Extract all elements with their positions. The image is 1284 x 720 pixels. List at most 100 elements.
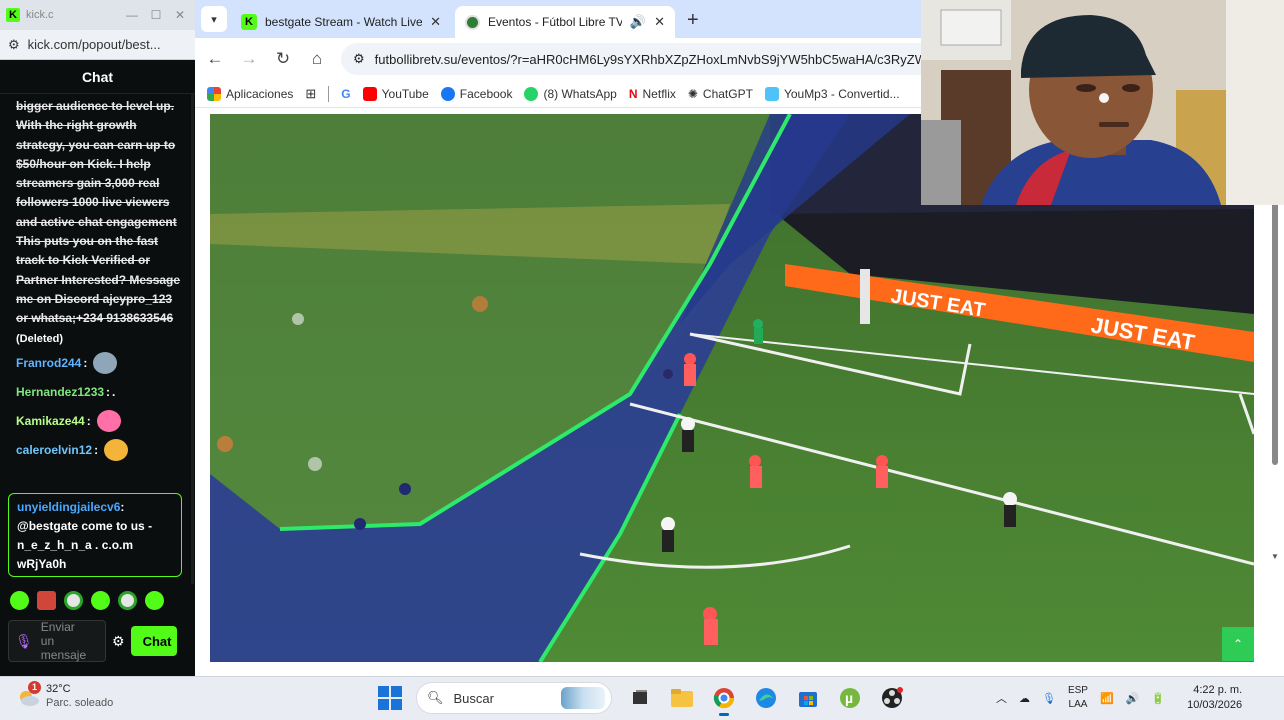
speaker-icon[interactable]: 🔊: [630, 14, 646, 30]
wifi-icon[interactable]: 📶: [1100, 692, 1114, 705]
chat-input-row: 🎙 Enviar un mensaje ⚙ Chat: [8, 620, 195, 662]
emote-icon[interactable]: [64, 591, 83, 610]
back-to-top-button[interactable]: ⌃: [1222, 627, 1254, 661]
emote-icon[interactable]: [37, 591, 56, 610]
deleted-message-text: bigger audience to level up. With the ri…: [16, 99, 181, 326]
home-icon[interactable]: ⌂: [307, 49, 327, 69]
close-tab-icon[interactable]: ✕: [430, 14, 441, 30]
forward-arrow-icon[interactable]: →: [239, 49, 259, 69]
search-highlight-image: [561, 687, 605, 709]
close-icon[interactable]: ✕: [171, 8, 189, 22]
chat-message-text: @bestgate come to us - n_e_z_h_n_a . c.o…: [17, 519, 153, 571]
kick-url: kick.com/popout/best...: [27, 37, 161, 52]
chatgpt-icon: ✺: [687, 86, 698, 101]
kick-address-bar[interactable]: ⚙ kick.com/popout/best...: [0, 30, 195, 60]
svg-text:µ: µ: [845, 690, 853, 706]
chat-scrollbar[interactable]: [191, 94, 194, 584]
bookmark-youtube[interactable]: YouTube: [362, 86, 429, 101]
new-tab-icon[interactable]: +: [687, 9, 699, 32]
cat-emote-icon: [104, 439, 129, 462]
weather-widget[interactable]: 1 32°C Parc. soleado: [16, 681, 114, 710]
bookmark-label: (8) WhatsApp: [543, 86, 617, 101]
close-tab-icon[interactable]: ✕: [654, 14, 665, 30]
chat-input[interactable]: 🎙 Enviar un mensaje: [8, 620, 106, 662]
highlighted-message: unyieldingjailecv6: @bestgate come to us…: [8, 493, 182, 577]
task-view-icon[interactable]: [626, 684, 654, 712]
yoump3-icon: [764, 86, 779, 101]
bookmark-label: YouMp3 - Convertid...: [783, 86, 900, 101]
kick-favicon-icon: K: [241, 14, 257, 30]
deleted-message: bigger audience to level up. With the ri…: [16, 97, 182, 349]
youtube-icon: [362, 86, 377, 101]
chat-input-placeholder: Enviar un mensaje: [40, 620, 87, 662]
desktop-screen: K kick.c — ☐ ✕ ⚙ kick.com/popout/best...…: [0, 0, 1284, 720]
pigeon-emote-icon: [93, 352, 118, 375]
bookmark-facebook[interactable]: Facebook: [440, 86, 512, 101]
emote-icon[interactable]: [118, 591, 137, 610]
language-indicator[interactable]: ESP LAA: [1068, 684, 1088, 712]
battery-icon[interactable]: 🔋: [1151, 692, 1165, 705]
chat-message-text: .: [112, 384, 116, 399]
utorrent-icon[interactable]: µ: [836, 684, 864, 712]
deleted-tag: (Deleted): [16, 332, 64, 345]
microphone-icon[interactable]: 🎙: [1042, 692, 1056, 705]
system-tray: ︿ ☁ 🎙 ESP LAA 📶 🔊 🔋 4:22 p. m. 10/03/202…: [996, 683, 1242, 713]
emote-icon[interactable]: [10, 591, 29, 610]
file-explorer-icon[interactable]: [668, 684, 696, 712]
chat-header: Chat: [0, 60, 195, 94]
chrome-icon[interactable]: [710, 684, 738, 716]
gear-icon[interactable]: ⚙: [112, 633, 125, 650]
chat-message: Kamikaze44:: [16, 407, 182, 436]
bookmark-label: YouTube: [381, 86, 429, 101]
clock-time: 4:22 p. m.: [1193, 684, 1243, 696]
bookmark-whatsapp[interactable]: (8) WhatsApp: [524, 86, 617, 101]
microsoft-store-icon[interactable]: [794, 684, 822, 712]
bookmark-netflix[interactable]: N Netflix: [629, 87, 676, 101]
send-chat-button[interactable]: Chat: [130, 626, 177, 656]
volume-icon[interactable]: 🔊: [1126, 692, 1140, 705]
taskbar-apps: 🔍︎ Buscar µ: [378, 682, 906, 716]
search-icon: 🔍︎: [427, 690, 444, 705]
maximize-icon[interactable]: ☐: [147, 8, 165, 22]
chat-username[interactable]: Franrod244: [16, 354, 81, 373]
chat-username[interactable]: caleroelvin12: [16, 441, 92, 460]
chat-message: caleroelvin12:: [16, 436, 182, 465]
kick-chat-window: K kick.c — ☐ ✕ ⚙ kick.com/popout/best...…: [0, 0, 195, 676]
tab-search-icon[interactable]: ▾: [201, 6, 227, 32]
windows-taskbar: 1 32°C Parc. soleado 🔍︎ Buscar µ ︿ ☁ 🎙 E…: [0, 676, 1284, 720]
chat-username[interactable]: unyieldingjailecv6: [17, 500, 120, 514]
edge-icon[interactable]: [752, 684, 780, 712]
bookmark-chatgpt[interactable]: ✺ ChatGPT: [688, 87, 753, 101]
tab-eventos[interactable]: Eventos - Fútbol Libre TV 🔊 ✕: [455, 6, 675, 38]
bookmark-yoump3[interactable]: YouMp3 - Convertid...: [764, 86, 900, 101]
bookmark-google[interactable]: G: [341, 87, 350, 101]
chat-message: Franrod244:: [16, 349, 182, 378]
scroll-down-arrow-icon[interactable]: ▼: [1271, 552, 1279, 561]
back-arrow-icon[interactable]: ←: [205, 49, 225, 69]
emote-icon[interactable]: [145, 591, 164, 610]
keyboard-layout: LAA: [1068, 699, 1088, 710]
weather-sun-icon: 1: [16, 681, 41, 707]
chevron-up-icon[interactable]: ︿: [996, 690, 1007, 706]
minimize-icon[interactable]: —: [123, 8, 141, 22]
windows-start-icon[interactable]: [378, 686, 402, 710]
site-settings-icon[interactable]: ⚙: [8, 37, 20, 53]
obs-icon[interactable]: [878, 684, 906, 712]
tab-bestgate-stream[interactable]: K bestgate Stream - Watch Live o ✕: [231, 6, 451, 38]
weather-description: Parc. soleado: [46, 697, 114, 709]
bookmark-tab-groups[interactable]: ⊞: [305, 86, 316, 102]
microphone-icon[interactable]: 🎙: [15, 633, 33, 650]
bookmark-label: Aplicaciones: [226, 86, 294, 101]
netflix-icon: N: [628, 86, 638, 101]
chat-username[interactable]: Kamikaze44: [16, 412, 85, 431]
site-info-icon[interactable]: ⚙: [353, 51, 365, 67]
bookmark-apps[interactable]: Aplicaciones: [207, 86, 294, 101]
onedrive-icon[interactable]: ☁: [1019, 692, 1030, 705]
reload-icon[interactable]: ↻: [273, 49, 293, 69]
emote-icon[interactable]: [91, 591, 110, 610]
quick-emote-bar: [10, 591, 164, 610]
taskbar-search[interactable]: 🔍︎ Buscar: [416, 682, 612, 714]
chat-username[interactable]: Hernandez1233: [16, 383, 104, 402]
chat-message: Hernandez1233: .: [16, 378, 182, 407]
clock[interactable]: 4:22 p. m. 10/03/2026: [1187, 683, 1242, 713]
